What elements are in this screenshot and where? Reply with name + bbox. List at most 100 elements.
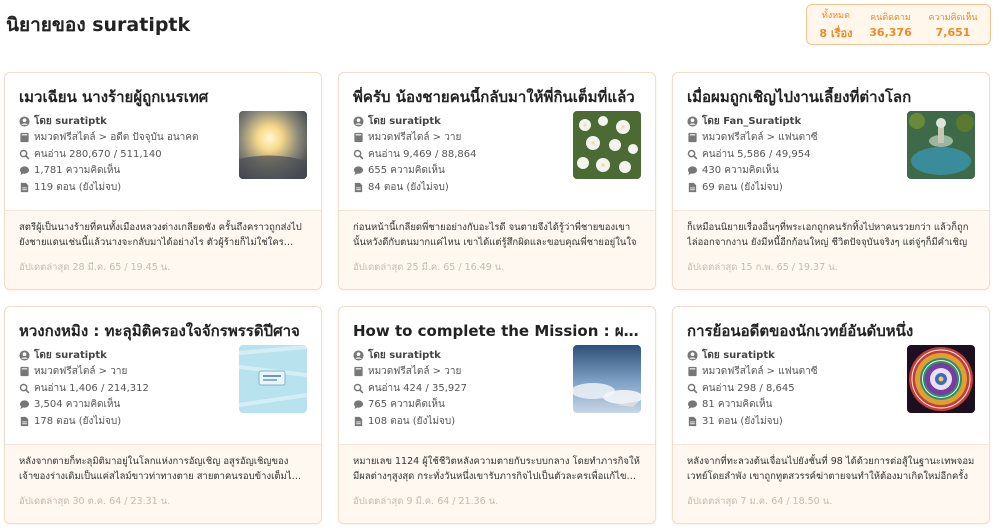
novel-synopsis: หลังจากที่ทะลวงต้นเจื่อนไปยังชั้นที่ 98 … bbox=[687, 456, 975, 482]
search-icon bbox=[353, 383, 364, 394]
novel-title[interactable]: การย้อนอดีตของนักเวทย์อันดับหนึ่ง bbox=[687, 321, 977, 341]
novel-chapters: 108 ตอน (ยังไม่จบ) bbox=[368, 415, 456, 427]
novel-title[interactable]: เมวเฉียน นางร้ายผู้ถูกเนรเทศ bbox=[19, 87, 309, 107]
novel-comments: 81 ความคิดเห็น bbox=[702, 399, 773, 411]
user-circle-icon bbox=[19, 350, 30, 361]
novel-card[interactable]: การย้อนอดีตของนักเวทย์อันดับหนึ่ง โดย su… bbox=[672, 306, 990, 524]
novel-reads: คนอ่าน 5,586 / 49,954 bbox=[702, 148, 811, 160]
novel-author[interactable]: โดย suratiptk bbox=[34, 348, 107, 363]
comment-icon bbox=[19, 166, 30, 176]
novel-synopsis: หลังจากตายก็ทะลุมิติมาอยู่ในโลกแห่งการอั… bbox=[19, 456, 298, 482]
novel-chapters: 69 ตอน (ยังไม่จบ) bbox=[702, 181, 783, 193]
novel-chapters: 31 ตอน (ยังไม่จบ) bbox=[702, 415, 783, 427]
book-icon bbox=[20, 133, 29, 143]
novel-updated: อัปเดตล่าสุด 28 มี.ค. 65 / 19.45 น. bbox=[19, 262, 171, 273]
search-icon bbox=[353, 149, 364, 160]
novel-category[interactable]: หมวดฟรีสไตล์ > วาย bbox=[34, 364, 127, 379]
novel-chapters: 84 ตอน (ยังไม่จบ) bbox=[368, 181, 449, 193]
comment-icon bbox=[687, 166, 698, 176]
search-icon bbox=[19, 149, 30, 160]
stat-followers: คนติดตาม 36,376 bbox=[869, 10, 911, 39]
novel-category[interactable]: หมวดฟรีสไตล์ > วาย bbox=[368, 364, 461, 379]
document-icon bbox=[354, 416, 363, 426]
novel-chapters: 178 ตอน (ยังไม่จบ) bbox=[34, 415, 122, 427]
novel-category[interactable]: หมวดฟรีสไตล์ > อดีต ปัจจุบัน อนาคต bbox=[34, 130, 198, 145]
stat-value: 7,651 bbox=[935, 26, 971, 39]
novel-author[interactable]: โดย suratiptk bbox=[368, 348, 441, 363]
search-icon bbox=[687, 149, 698, 160]
search-icon bbox=[687, 383, 698, 394]
document-icon bbox=[688, 182, 697, 192]
novel-author[interactable]: โดย suratiptk bbox=[702, 348, 775, 363]
stats-box: ทั้งหมด 8 เรื่อง คนติดตาม 36,376 ความคิด… bbox=[806, 4, 991, 45]
document-icon bbox=[20, 416, 29, 426]
stat-label: ความคิดเห็น bbox=[928, 13, 978, 23]
search-icon bbox=[19, 383, 30, 394]
novel-card[interactable]: เมวเฉียน นางร้ายผู้ถูกเนรเทศ โดย suratip… bbox=[4, 72, 322, 290]
book-icon bbox=[688, 367, 697, 377]
novel-cover-image[interactable] bbox=[573, 345, 641, 413]
novel-author[interactable]: โดย suratiptk bbox=[368, 114, 441, 129]
user-circle-icon bbox=[19, 116, 30, 127]
novel-card[interactable]: หวงกงหมิง : ทะลุมิติครองใจจักรพรรดิปีศาจ… bbox=[4, 306, 322, 524]
novel-title[interactable]: หวงกงหมิง : ทะลุมิติครองใจจักรพรรดิปีศาจ bbox=[19, 321, 309, 341]
novel-updated: อัปเดตล่าสุด 7 ม.ค. 64 / 18.50 น. bbox=[687, 496, 833, 507]
novel-category[interactable]: หมวดฟรีสไตล์ > แฟนตาซี bbox=[702, 130, 818, 145]
novel-synopsis: สตรีผู้เป็นนางร้ายที่คนทั้งเมืองหลวงต่าง… bbox=[19, 222, 302, 248]
document-icon bbox=[354, 182, 363, 192]
novel-comments: 430 ความคิดเห็น bbox=[702, 165, 779, 177]
novel-cover-image[interactable] bbox=[573, 111, 641, 179]
user-circle-icon bbox=[353, 116, 364, 127]
novel-reads: คนอ่าน 298 / 8,645 bbox=[702, 382, 795, 394]
novel-reads: คนอ่าน 1,406 / 214,312 bbox=[34, 382, 149, 394]
stat-value: 36,376 bbox=[869, 26, 912, 39]
document-icon bbox=[688, 416, 697, 426]
novel-synopsis: หมายเลข 1124 ผู้ใช้ชีวิตหลังความตายกับระ… bbox=[353, 456, 640, 482]
novel-category[interactable]: หมวดฟรีสไตล์ > แฟนตาซี bbox=[702, 364, 818, 379]
novel-card[interactable]: เมื่อผมถูกเชิญไปงานเลี้ยงที่ต่างโลก โดย … bbox=[672, 72, 990, 290]
book-icon bbox=[20, 367, 29, 377]
stat-value: 8 เรื่อง bbox=[819, 26, 853, 40]
user-circle-icon bbox=[687, 350, 698, 361]
stat-total: ทั้งหมด 8 เรื่อง bbox=[819, 8, 852, 42]
novel-updated: อัปเดตล่าสุด 25 มี.ค. 65 / 16.49 น. bbox=[353, 262, 505, 273]
novel-cover-image[interactable] bbox=[239, 111, 307, 179]
novel-synopsis: ก็เหมือนนิยายเรื่องอื่นๆที่พระเอกถูกคนรั… bbox=[687, 222, 969, 248]
novel-cover-image[interactable] bbox=[907, 345, 975, 413]
book-icon bbox=[688, 133, 697, 143]
novel-comments: 1,781 ความคิดเห็น bbox=[34, 165, 121, 177]
stat-label: คนติดตาม bbox=[870, 13, 911, 23]
novel-category[interactable]: หมวดฟรีสไตล์ > วาย bbox=[368, 130, 461, 145]
novel-cover-image[interactable] bbox=[907, 111, 975, 179]
novel-cover-image[interactable] bbox=[239, 345, 307, 413]
novel-card[interactable]: พี่ครับ น้องชายคนนี้กลับมาให้พี่กินเต็มท… bbox=[338, 72, 656, 290]
novel-comments: 765 ความคิดเห็น bbox=[368, 399, 445, 411]
comment-icon bbox=[353, 400, 364, 410]
book-icon bbox=[354, 133, 363, 143]
novel-reads: คนอ่าน 9,469 / 88,864 bbox=[368, 148, 477, 160]
stat-comments: ความคิดเห็น 7,651 bbox=[929, 10, 978, 39]
stat-label: ทั้งหมด bbox=[821, 10, 850, 21]
novel-card[interactable]: How to complete the Mission : ผมแค่อยากจ… bbox=[338, 306, 656, 524]
novel-title[interactable]: How to complete the Mission : ผมแค่อยากจ… bbox=[353, 321, 643, 341]
novel-updated: อัปเดตล่าสุด 9 มี.ค. 64 / 21.36 น. bbox=[353, 496, 499, 507]
comment-icon bbox=[687, 400, 698, 410]
user-circle-icon bbox=[687, 116, 698, 127]
novel-author[interactable]: โดย suratiptk bbox=[34, 114, 107, 129]
novel-comments: 655 ความคิดเห็น bbox=[368, 165, 445, 177]
novel-title[interactable]: พี่ครับ น้องชายคนนี้กลับมาให้พี่กินเต็มท… bbox=[353, 87, 643, 107]
novel-updated: อัปเดตล่าสุด 15 ก.พ. 65 / 19.37 น. bbox=[687, 262, 838, 273]
novel-title[interactable]: เมื่อผมถูกเชิญไปงานเลี้ยงที่ต่างโลก bbox=[687, 87, 977, 107]
novel-grid: เมวเฉียน นางร้ายผู้ถูกเนรเทศ โดย suratip… bbox=[4, 72, 994, 524]
novel-reads: คนอ่าน 424 / 35,927 bbox=[368, 382, 467, 394]
comment-icon bbox=[353, 166, 364, 176]
novel-chapters: 119 ตอน (ยังไม่จบ) bbox=[34, 181, 122, 193]
novel-author[interactable]: โดย Fan_Suratiptk bbox=[702, 114, 801, 129]
comment-icon bbox=[19, 400, 30, 410]
novel-synopsis: ก่อนหน้านี้เกลียดพี่ชายอย่างกับอะไรดี จน… bbox=[353, 222, 637, 248]
document-icon bbox=[20, 182, 29, 192]
book-icon bbox=[354, 367, 363, 377]
novel-reads: คนอ่าน 280,670 / 511,140 bbox=[34, 148, 162, 160]
user-circle-icon bbox=[353, 350, 364, 361]
novel-updated: อัปเดตล่าสุด 30 ต.ค. 64 / 23.31 น. bbox=[19, 496, 171, 507]
